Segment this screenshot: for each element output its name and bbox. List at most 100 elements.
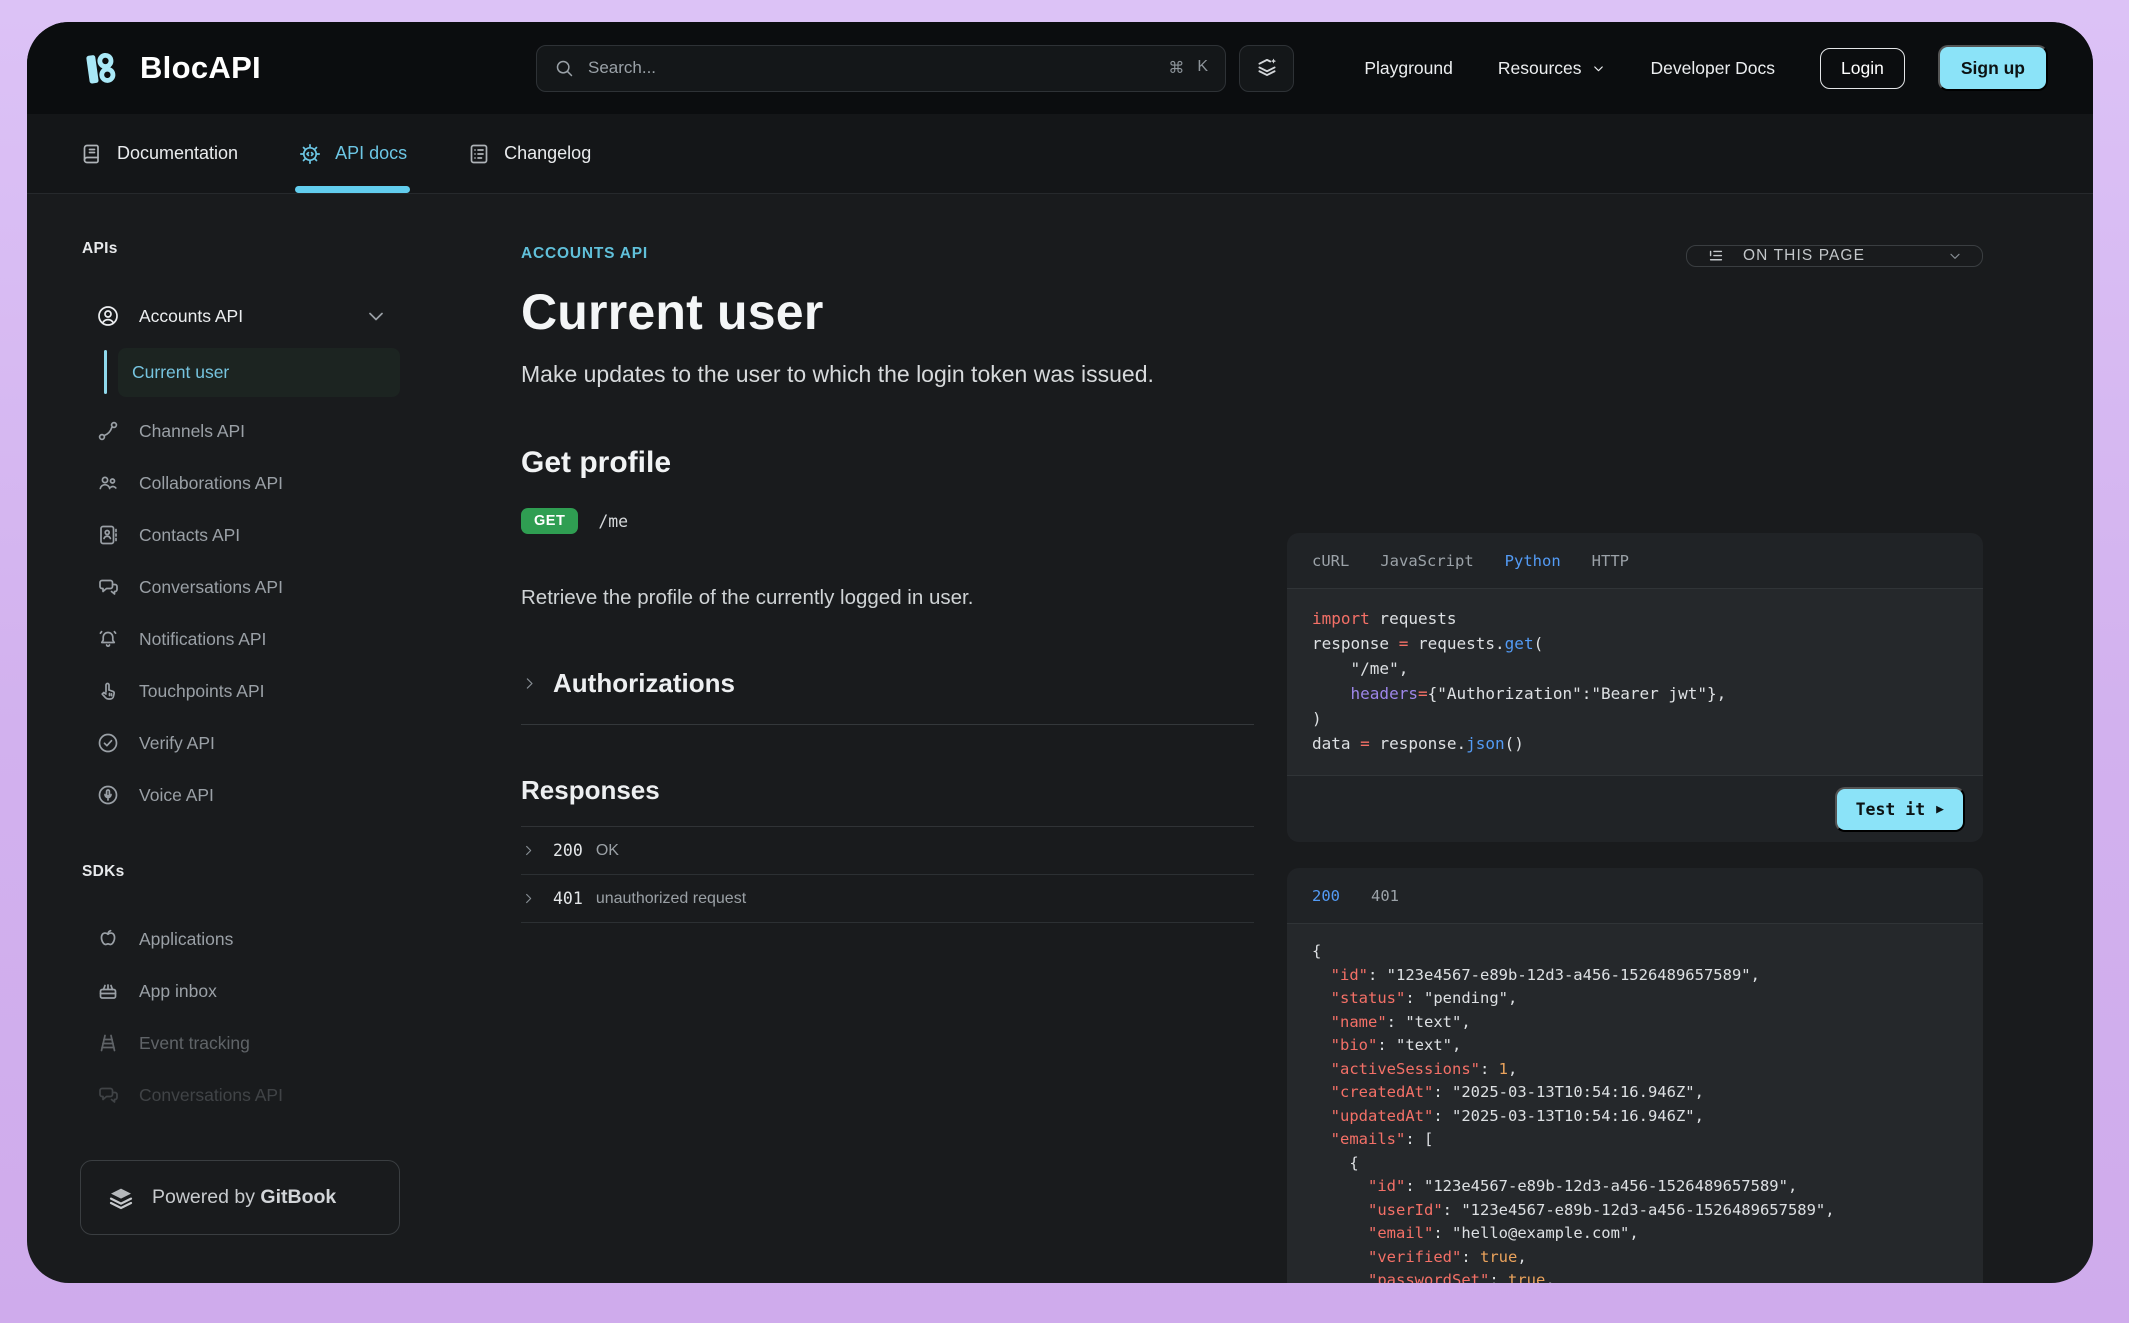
search-shortcut: ⌘K <box>1168 58 1208 78</box>
chat-bubbles-icon <box>96 575 120 599</box>
tab-label: API docs <box>335 143 407 164</box>
header-nav: Playground Resources Developer Docs Logi… <box>1364 45 2048 91</box>
tab-401[interactable]: 401 <box>1371 887 1399 905</box>
sidebar-item-conversations-api[interactable]: Conversations API <box>80 561 400 613</box>
search-placeholder: Search... <box>588 58 656 78</box>
sidebar-item-notifications-api[interactable]: Notifications API <box>80 613 400 665</box>
app-window: BlocAPI Search... ⌘K Playground <box>27 22 2093 1283</box>
sidebar-item-verify-api[interactable]: Verify API <box>80 717 400 769</box>
active-tab-underline <box>295 186 410 193</box>
railway-track-icon <box>96 1031 120 1055</box>
blocapi-logo-icon <box>80 45 126 91</box>
sidebar-item-event-tracking[interactable]: Event tracking <box>80 1017 400 1069</box>
tab-api-docs[interactable]: API docs <box>298 114 407 193</box>
main-content: ACCOUNTS API Current user Make updates t… <box>521 194 1254 1283</box>
check-circle-icon <box>96 731 120 755</box>
play-icon: ▶ <box>1936 802 1944 817</box>
user-circle-icon <box>96 304 120 328</box>
section-heading-get-profile: Get profile <box>521 446 1254 480</box>
response-status-tabs: 200 401 <box>1287 868 1983 924</box>
chevron-right-icon <box>521 843 536 858</box>
sidebar-item-applications[interactable]: Applications <box>80 913 400 965</box>
tab-http[interactable]: HTTP <box>1592 552 1629 570</box>
chevron-right-icon <box>521 675 538 692</box>
code-sidebar: ON THIS PAGE cURL JavaScript Python HTTP… <box>1287 194 1983 1283</box>
sidebar-item-app-inbox[interactable]: App inbox <box>80 965 400 1017</box>
endpoint-description: Retrieve the profile of the currently lo… <box>521 586 1254 610</box>
brand-name: BlocAPI <box>140 50 261 86</box>
endpoint-path: /me <box>598 512 628 531</box>
microphone-circle-icon <box>96 783 120 807</box>
contact-card-icon <box>96 523 120 547</box>
ask-ai-button[interactable] <box>1239 45 1294 92</box>
response-row-200[interactable]: 200 OK <box>521 827 1254 875</box>
sidebar-item-accounts-api[interactable]: Accounts API <box>80 290 400 342</box>
sidebar-item-conversations-api-sdk[interactable]: Conversations API <box>80 1069 400 1121</box>
tab-curl[interactable]: cURL <box>1312 552 1349 570</box>
http-method-badge: GET <box>521 508 578 534</box>
response-row-401[interactable]: 401 unauthorized request <box>521 875 1254 923</box>
powered-by-gitbook-button[interactable]: Powered by GitBook <box>80 1160 400 1235</box>
gear-code-icon <box>298 142 322 166</box>
on-this-page-dropdown[interactable]: ON THIS PAGE <box>1686 245 1983 267</box>
users-group-icon <box>96 471 120 495</box>
sidebar-item-voice-api[interactable]: Voice API <box>80 769 400 821</box>
tab-documentation[interactable]: Documentation <box>80 114 238 193</box>
page-title: Current user <box>521 283 1254 341</box>
request-code-block[interactable]: import requestsresponse = requests.get( … <box>1287 589 1983 775</box>
response-json-block[interactable]: { "id": "123e4567-e89b-12d3-a456-1526489… <box>1287 924 1983 1283</box>
changelog-list-icon <box>467 142 491 166</box>
code-language-tabs: cURL JavaScript Python HTTP <box>1287 533 1983 589</box>
space-tabbar: Documentation API docs Changelog <box>27 114 2093 194</box>
chevron-right-icon <box>521 891 536 906</box>
apple-icon <box>96 927 120 951</box>
signup-button[interactable]: Sign up <box>1938 45 2048 91</box>
responses-heading: Responses <box>521 775 1254 827</box>
tab-python[interactable]: Python <box>1505 552 1561 570</box>
chevron-down-icon <box>1591 61 1606 76</box>
inbox-tray-icon <box>96 979 120 1003</box>
test-it-button[interactable]: Test it ▶ <box>1835 787 1965 832</box>
sidebar-child-group: Current user <box>80 345 400 399</box>
chevron-down-icon <box>1947 248 1963 264</box>
toc-icon <box>1706 246 1726 266</box>
sidebar-item-channels-api[interactable]: Channels API <box>80 405 400 457</box>
request-code-panel: cURL JavaScript Python HTTP import reque… <box>1287 533 1983 842</box>
tab-label: Changelog <box>504 143 591 164</box>
sidebar-item-contacts-api[interactable]: Contacts API <box>80 509 400 561</box>
book-icon <box>80 142 104 166</box>
sidebar-item-touchpoints-api[interactable]: Touchpoints API <box>80 665 400 717</box>
bell-ringing-icon <box>96 627 120 651</box>
search-input[interactable]: Search... ⌘K <box>536 45 1226 92</box>
nav-developer-docs[interactable]: Developer Docs <box>1651 58 1776 79</box>
endpoint-row: GET /me <box>521 508 1254 534</box>
breadcrumb[interactable]: ACCOUNTS API <box>521 245 1254 263</box>
active-indent-guide <box>104 350 107 394</box>
chat-bubbles-icon <box>96 1083 120 1107</box>
nav-resources[interactable]: Resources <box>1498 58 1606 79</box>
search-icon <box>554 58 575 79</box>
authorizations-disclosure[interactable]: Authorizations <box>521 668 1254 725</box>
login-button[interactable]: Login <box>1820 48 1905 89</box>
sidebar-section-apis: APIs <box>82 240 400 258</box>
ask-ai-layers-sparkle-icon <box>1254 55 1280 81</box>
response-example-panel: 200 401 { "id": "123e4567-e89b-12d3-a456… <box>1287 868 1983 1283</box>
code-panel-footer: Test it ▶ <box>1287 775 1983 842</box>
tab-200[interactable]: 200 <box>1312 887 1340 905</box>
sidebar-item-current-user[interactable]: Current user <box>118 348 400 397</box>
pointer-hand-icon <box>96 679 120 703</box>
gitbook-logo-icon <box>106 1183 136 1213</box>
sidebar: APIs Accounts API Current user <box>80 194 400 1283</box>
page-body: APIs Accounts API Current user <box>27 194 2093 1283</box>
sidebar-section-sdks: SDKs <box>82 863 400 881</box>
chevron-down-icon <box>364 304 388 328</box>
desktop-background: { "colors": { "desktop_background": "#d2… <box>0 0 2129 1323</box>
tab-changelog[interactable]: Changelog <box>467 114 591 193</box>
page-description: Make updates to the user to which the lo… <box>521 361 1254 388</box>
nav-playground[interactable]: Playground <box>1364 58 1453 79</box>
brand-logo[interactable]: BlocAPI <box>80 45 304 91</box>
route-icon <box>96 419 120 443</box>
tab-javascript[interactable]: JavaScript <box>1380 552 1473 570</box>
sidebar-item-collaborations-api[interactable]: Collaborations API <box>80 457 400 509</box>
site-header: BlocAPI Search... ⌘K Playground <box>27 22 2093 114</box>
